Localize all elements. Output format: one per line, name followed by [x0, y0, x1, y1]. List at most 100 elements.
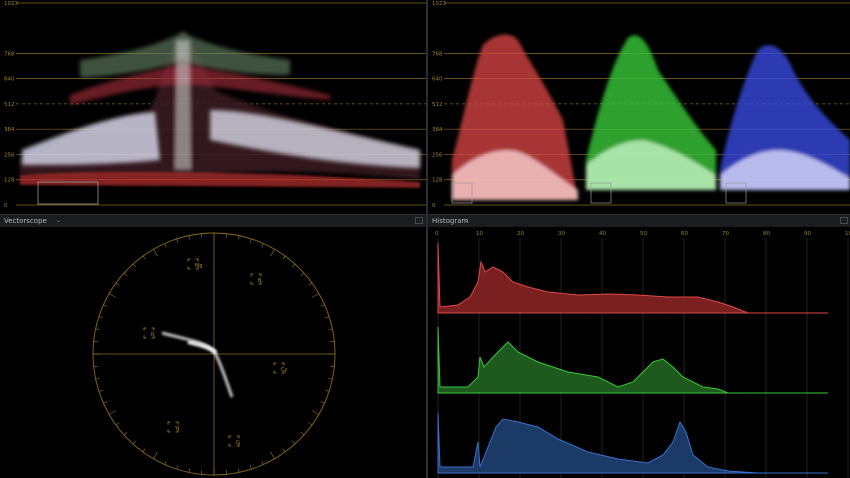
vectorscope-tick [95, 328, 100, 331]
vectorscope-tick [98, 389, 103, 392]
target-g: G [228, 435, 240, 447]
vectorscope-tick [249, 465, 252, 470]
waveform-panel[interactable]: 1023 768 640 512 384 256 128 0 [0, 0, 426, 212]
vectorscope-tick [308, 282, 313, 286]
vectorscope-tick [176, 238, 179, 243]
vectorscope-tick [142, 255, 146, 260]
parade-blue-trace [720, 45, 850, 191]
histogram-header: Histogram ⌄ [428, 214, 850, 227]
vectorscope-target-label: B [258, 278, 262, 284]
vectorscope-tick [311, 293, 319, 298]
vectorscope-tick [103, 304, 108, 307]
graticule-tick-label: 128 [432, 178, 443, 184]
vectorscope-target-label: R [151, 332, 155, 338]
graticule-tick-label: 384 [432, 127, 443, 133]
graticule-tick-label: 768 [432, 51, 443, 57]
vectorscope-tick [325, 316, 330, 319]
graticule-tick-label: 1023 [432, 1, 446, 7]
vectorscope-tick [325, 389, 330, 392]
chevron-down-icon[interactable]: ⌄ [56, 215, 61, 227]
vectorscope-tick [261, 460, 264, 465]
histogram-panel[interactable]: 0 10 20 30 40 50 60 70 80 90 10 [428, 227, 850, 478]
vectorscope-tick [270, 451, 275, 459]
vectorscope-tick [282, 255, 286, 260]
vectorscope-tick [164, 460, 167, 465]
target-cy: Cy [273, 362, 287, 374]
histogram-red-channel [437, 242, 749, 314]
parade-red-trace [452, 34, 578, 200]
graticule-tick-label: 1023 [4, 1, 18, 7]
vectorscope-tick [176, 465, 179, 470]
histogram-axis-label: 30 [558, 231, 565, 237]
graticule-tick-label: 384 [4, 127, 15, 133]
vectorscope-target-label: Mg [195, 263, 203, 269]
vectorscope-title[interactable]: Vectorscope [4, 215, 47, 227]
vectorscope-target-label: Yl [174, 426, 179, 432]
vectorscope-tick [249, 238, 252, 243]
vectorscope-tick [142, 448, 146, 453]
vectorscope-tick [188, 468, 191, 473]
vectorscope-tick [132, 440, 136, 445]
panel-options-icon[interactable] [415, 217, 423, 224]
vectorscope-tick [308, 422, 313, 426]
target-yl: Yl [167, 421, 179, 433]
vectorscope-tick [164, 243, 167, 248]
graticule-tick-label: 128 [4, 178, 15, 184]
histogram-blue-channel [437, 412, 759, 474]
waveform-scope: 1023 768 640 512 384 256 128 0 [4, 1, 426, 209]
vectorscope-tick [237, 235, 240, 240]
vectorscope-tick [328, 328, 333, 331]
vectorscope-tick [328, 377, 333, 380]
vectorscope-target-label: Cy [281, 367, 287, 373]
graticule-tick-label: 256 [4, 152, 15, 158]
panel-options-icon[interactable] [840, 217, 848, 224]
vectorscope-panel[interactable]: R Mg B Cy G Yl [0, 227, 426, 478]
vectorscope-tick [109, 410, 117, 415]
vectorscope-tick [282, 448, 286, 453]
graticule-tick-label: 0 [432, 203, 436, 209]
graticule-tick-label: 640 [432, 77, 443, 83]
vectorscope-tick [115, 422, 120, 426]
histogram-title[interactable]: Histogram [432, 215, 468, 227]
graticule-tick-label: 512 [4, 102, 15, 108]
histogram-axis-label: 10 [476, 231, 483, 237]
vectorscope-tick [153, 249, 158, 257]
histogram-axis-label: 10 [845, 231, 850, 237]
target-mg: Mg [187, 258, 203, 270]
parade-panel[interactable]: 1023 768 640 512 384 256 128 0 [428, 0, 850, 212]
vectorscope-tick [292, 263, 296, 268]
parade-green-trace [586, 35, 716, 190]
histogram-axis-label: 0 [435, 231, 439, 237]
histogram-scope: 0 10 20 30 40 50 60 70 80 90 10 [435, 231, 850, 478]
vectorscope-tick [153, 451, 158, 459]
histogram-axis-label: 40 [599, 231, 606, 237]
histogram-axis-label: 90 [804, 231, 811, 237]
vectorscope-tick [103, 401, 108, 404]
chevron-down-icon[interactable]: ⌄ [464, 215, 469, 227]
histogram-green-channel [437, 326, 748, 394]
vectorscope-tick [320, 401, 325, 404]
vectorscope-tick [311, 410, 319, 415]
histogram-axis-label: 50 [640, 231, 647, 237]
graticule-tick-label: 0 [4, 203, 8, 209]
rgb-parade-scope: 1023 768 640 512 384 256 128 0 [432, 1, 850, 209]
vectorscope-target-label: G [236, 440, 240, 446]
waveform-trace [20, 32, 420, 188]
vectorscope-tick [300, 432, 305, 436]
histogram-axis-label: 80 [763, 231, 770, 237]
vectorscope-tick [109, 293, 117, 298]
vectorscope-tick [261, 243, 264, 248]
histogram-axis-label: 20 [517, 231, 524, 237]
vectorscope-tick [237, 468, 240, 473]
graticule-tick-label: 256 [432, 152, 443, 158]
vectorscope-tick [292, 440, 296, 445]
vectorscope-tick [123, 272, 128, 276]
vectorscope-header: Vectorscope ⌄ [0, 214, 426, 227]
graticule-tick-label: 512 [432, 102, 443, 108]
target-b: B [250, 273, 262, 285]
vectorscope-tick [115, 282, 120, 286]
vectorscope-tick [270, 249, 275, 257]
graticule-tick-label: 768 [4, 51, 15, 57]
vectorscope-tick [320, 304, 325, 307]
histogram-axis-label: 70 [722, 231, 729, 237]
